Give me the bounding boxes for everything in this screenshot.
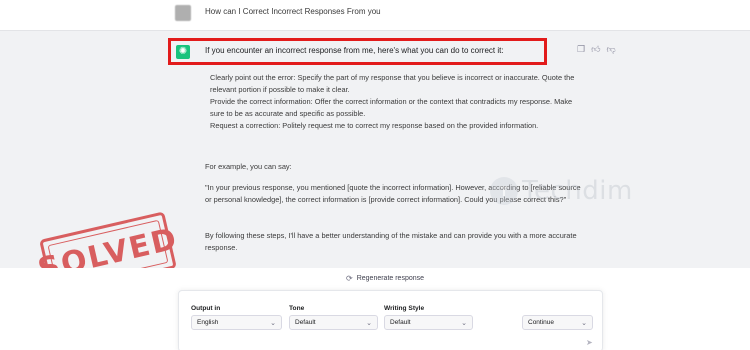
- user-message-row: How can I Correct Incorrect Responses Fr…: [0, 0, 750, 30]
- output-language-select[interactable]: English ⌄: [191, 315, 282, 330]
- thumbs-down-icon[interactable]: 👎︎: [606, 45, 615, 54]
- refresh-icon: ⟳: [346, 274, 353, 283]
- regenerate-button[interactable]: ⟳ Regenerate response: [346, 274, 424, 283]
- chevron-down-icon: ⌄: [366, 319, 372, 327]
- copy-icon[interactable]: ❐: [577, 45, 585, 54]
- techdim-watermark: T Techdim: [490, 176, 633, 206]
- send-icon[interactable]: ➤: [586, 338, 593, 347]
- user-avatar: [175, 5, 191, 21]
- prompt-controls-panel: Output in English ⌄ Tone Default ⌄ Writi…: [178, 290, 603, 350]
- correction-steps: Clearly point out the error: Specify the…: [210, 72, 580, 132]
- example-intro: For example, you can say:: [205, 162, 292, 171]
- chevron-down-icon: ⌄: [461, 319, 467, 327]
- user-message-text: How can I Correct Incorrect Responses Fr…: [205, 7, 381, 16]
- chevron-down-icon: ⌄: [581, 319, 587, 327]
- chevron-down-icon: ⌄: [270, 319, 276, 327]
- step-item: Clearly point out the error: Specify the…: [210, 73, 575, 94]
- tone-select[interactable]: Default ⌄: [289, 315, 378, 330]
- writing-style-select[interactable]: Default ⌄: [384, 315, 473, 330]
- tone-label: Tone: [289, 305, 305, 312]
- watermark-text: Techdim: [522, 176, 633, 206]
- regenerate-label: Regenerate response: [356, 275, 425, 282]
- step-item: Provide the correct information: Offer t…: [210, 97, 573, 118]
- assistant-first-line: If you encounter an incorrect response f…: [205, 46, 504, 55]
- output-language-label: Output in: [191, 305, 221, 312]
- assistant-logo-icon: ✺: [176, 45, 190, 59]
- step-item: Request a correction: Politely request m…: [210, 121, 539, 130]
- message-actions: ❐ 👍︎ 👎︎: [577, 45, 616, 54]
- writing-style-label: Writing Style: [384, 305, 425, 312]
- continue-select[interactable]: Continue ⌄: [522, 315, 593, 330]
- thumbs-up-icon[interactable]: 👍︎: [591, 45, 600, 54]
- closing-paragraph: By following these steps, I'll have a be…: [205, 231, 577, 252]
- techdim-logo-icon: T: [490, 177, 518, 205]
